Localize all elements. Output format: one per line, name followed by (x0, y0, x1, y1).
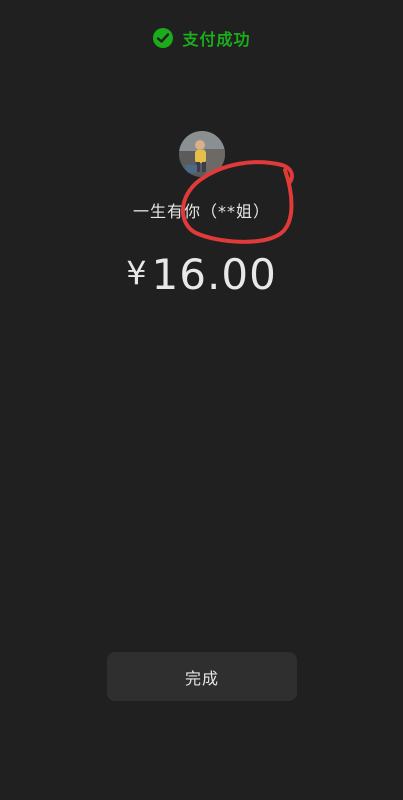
payment-status-text: 支付成功 (182, 30, 251, 49)
avatar (179, 131, 225, 177)
payment-status-header: 支付成功 (0, 26, 403, 50)
currency-symbol: ¥ (126, 254, 148, 292)
wechat-pay-icon (152, 27, 174, 49)
payee-name: 一生有你（**姐） (132, 202, 270, 221)
payment-amount: ¥16.00 (0, 250, 403, 299)
payment-success-screen: 支付成功 一生有你（**姐） ¥16.00 完成 (0, 0, 403, 800)
amount-value: 16.00 (151, 250, 277, 299)
done-button[interactable]: 完成 (107, 652, 297, 701)
